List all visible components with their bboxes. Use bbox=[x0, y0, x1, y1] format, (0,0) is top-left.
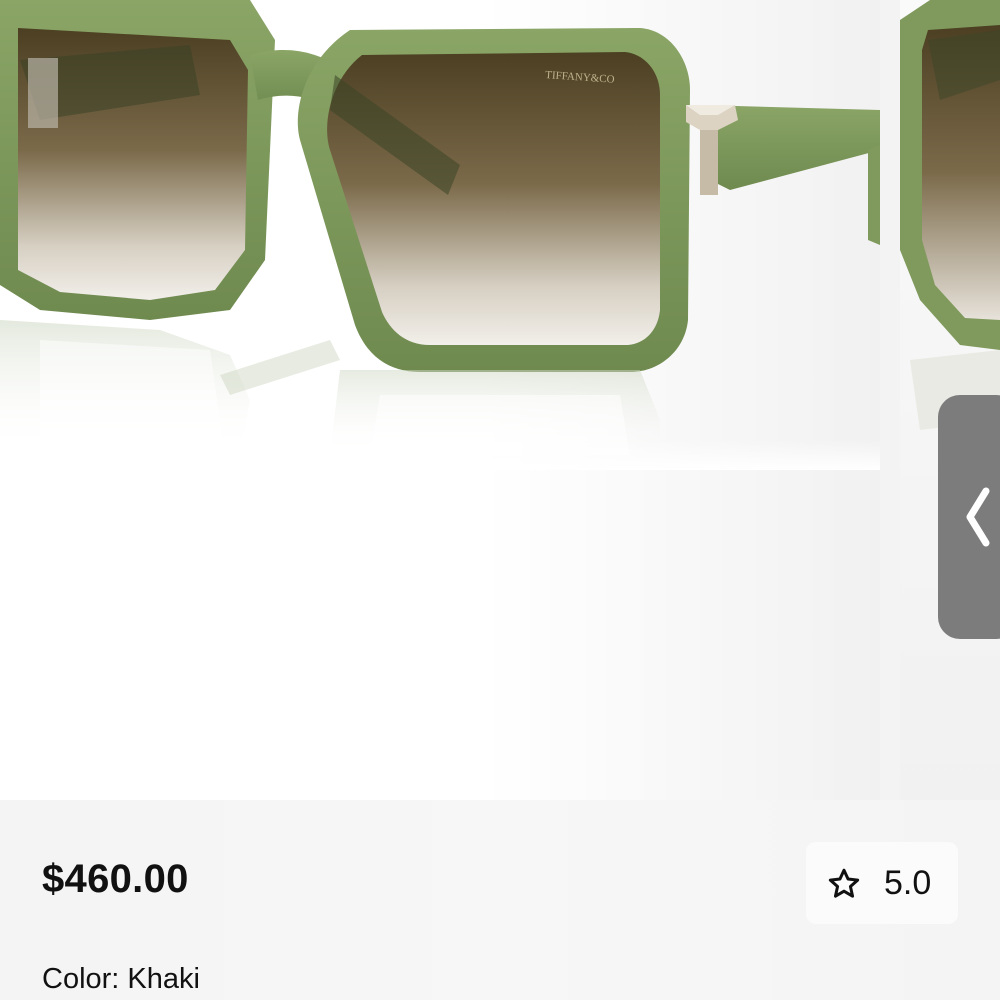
rating-value: 5.0 bbox=[884, 864, 932, 902]
product-color: Color: Khaki bbox=[42, 963, 200, 996]
carousel-prev-button[interactable] bbox=[938, 395, 1000, 639]
product-page: TIFFANY&CO $460.00 5.0 Color: Khaki bbox=[0, 0, 1000, 1000]
product-image-slide[interactable]: TIFFANY&CO bbox=[0, 0, 880, 800]
chevron-left-icon bbox=[966, 487, 990, 547]
star-outline-icon bbox=[828, 868, 860, 898]
product-image-sunglasses: TIFFANY&CO bbox=[0, 0, 880, 470]
color-value: Khaki bbox=[127, 963, 200, 995]
color-label: Color: bbox=[42, 963, 120, 995]
product-price: $460.00 bbox=[42, 857, 189, 901]
product-image-carousel[interactable]: TIFFANY&CO bbox=[0, 0, 1000, 800]
rating-badge[interactable]: 5.0 bbox=[806, 842, 958, 924]
product-info-section: $460.00 5.0 Color: Khaki bbox=[0, 800, 1000, 1000]
